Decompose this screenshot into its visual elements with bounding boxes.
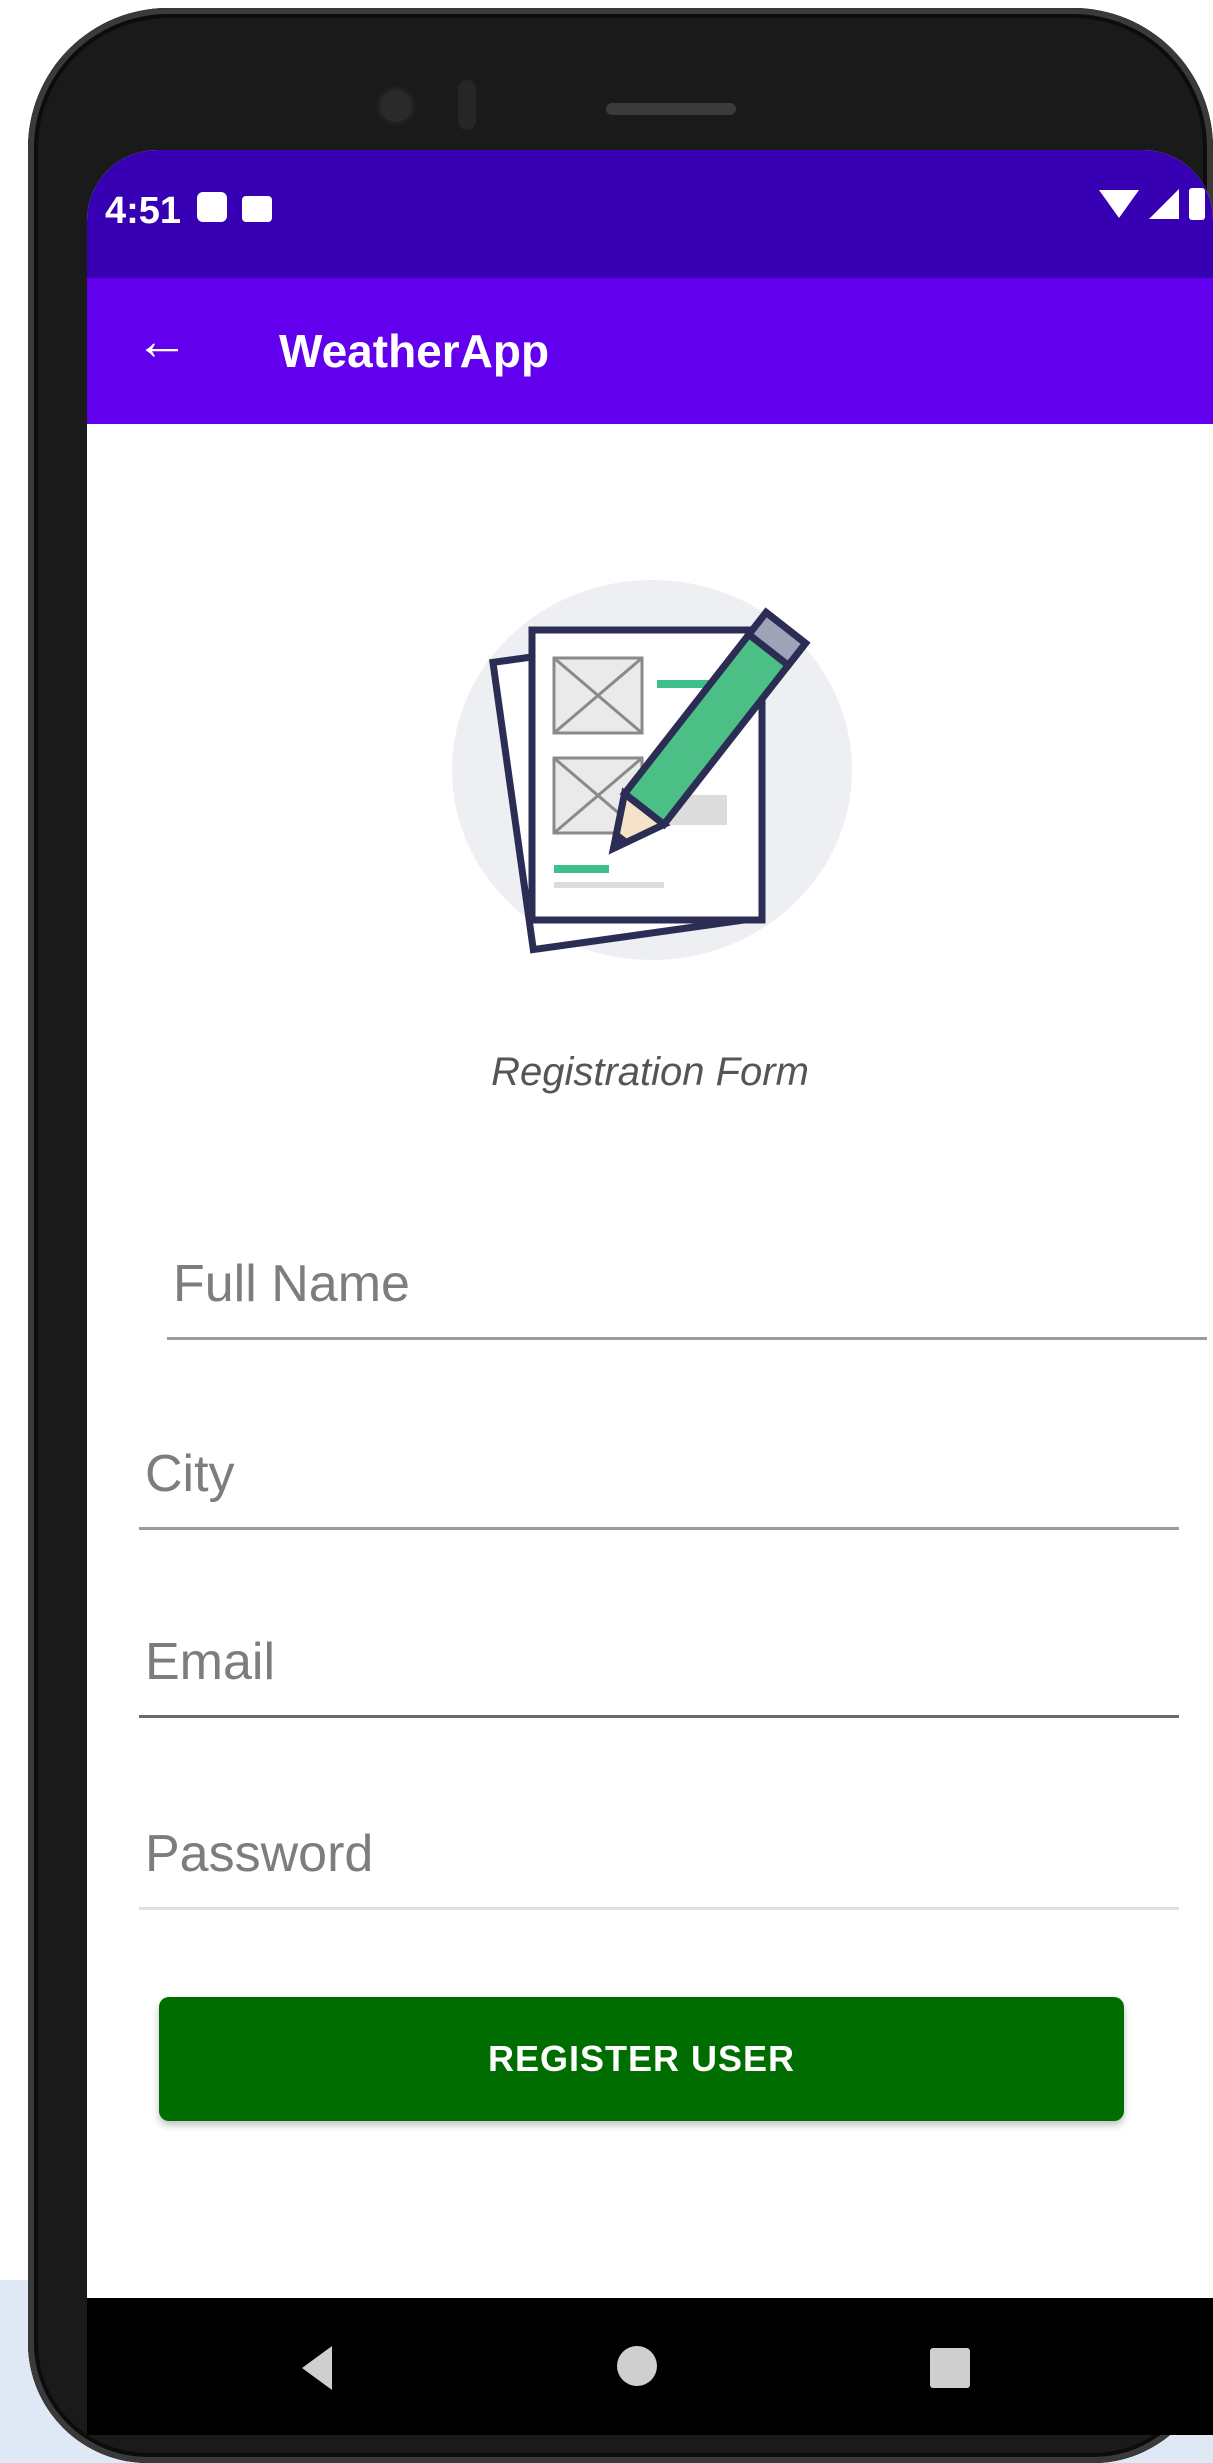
wifi-icon [1099,190,1139,218]
nav-back-icon[interactable] [302,2346,332,2390]
front-camera-icon [380,90,412,122]
notification-icon [197,192,227,222]
proximity-sensor [458,80,476,130]
phone-screen: 4:51 ← WeatherApp Registration Form Full… [87,150,1213,2435]
full-name-field[interactable] [167,1230,1207,1340]
system-nav-bar [87,2298,1213,2435]
nav-home-icon[interactable] [617,2346,657,2386]
register-user-button[interactable]: REGISTER USER [159,1997,1124,2121]
password-input[interactable] [139,1800,1179,1910]
city-field[interactable] [139,1420,1179,1530]
form-title: Registration Form [491,1050,809,1094]
app-title: WeatherApp [279,325,550,377]
nav-recents-icon[interactable] [930,2348,970,2388]
earpiece-speaker [606,103,736,115]
city-input[interactable] [139,1420,1179,1530]
app-bar: ← WeatherApp [87,278,1213,424]
text-line-gray-2 [554,882,664,888]
status-right-icons [1099,188,1205,220]
registration-illustration [452,580,852,960]
back-arrow-icon[interactable]: ← [135,314,189,368]
password-field[interactable] [139,1800,1179,1910]
battery-icon [1189,188,1205,220]
signal-icon [1149,189,1179,219]
status-bar: 4:51 [87,150,1213,278]
status-time: 4:51 [105,190,182,232]
text-line-green-3 [554,865,609,873]
email-input[interactable] [139,1608,1179,1718]
sd-card-icon [242,196,272,222]
full-name-input[interactable] [167,1230,1207,1340]
email-field[interactable] [139,1608,1179,1718]
